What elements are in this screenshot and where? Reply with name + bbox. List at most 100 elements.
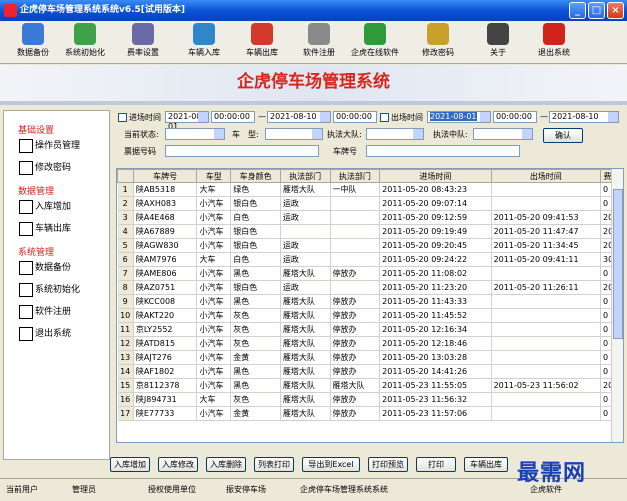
vertical-scrollbar[interactable] xyxy=(611,169,623,442)
table-row[interactable]: 8 陕AZ0751 小汽车 银白色 运政 2011-05-20 11:23:20 2011-… xyxy=(117,280,623,295)
table-cell: 运政 xyxy=(280,196,331,211)
toolbar-init-button[interactable]: 系统初始化 xyxy=(54,23,116,58)
in-from-time[interactable]: 00:00:00 xyxy=(211,111,255,123)
action-button[interactable]: 打印 xyxy=(416,457,456,472)
car-type-select[interactable] xyxy=(265,128,323,140)
plate-input[interactable] xyxy=(366,145,520,157)
sidebar-item-label: 软件注册 xyxy=(35,307,72,317)
table-cell: 2011-05-20 09:19:49 xyxy=(379,224,492,239)
toolbar-label: 软件注册 xyxy=(303,48,335,57)
unit-select[interactable] xyxy=(366,128,424,140)
table-row[interactable]: 16 陕J894731 大车 灰色 雁塔大队 停放办 2011-05-23 11:56:32… xyxy=(117,392,623,407)
table-cell xyxy=(491,336,602,351)
out-to-date[interactable]: 2021-08-10 xyxy=(549,111,619,123)
sidebar-item[interactable]: 操作员管理 xyxy=(19,138,80,153)
in-to-time[interactable]: 00:00:00 xyxy=(333,111,377,123)
table-row[interactable]: 3 陕A4E468 小汽车 白色 运政 2011-05-20 09:12:59 2011-0… xyxy=(117,210,623,225)
action-button[interactable]: 车辆出库 xyxy=(464,457,508,472)
table-row[interactable]: 9 陕KCC008 小汽车 黑色 雁塔大队 停放办 2011-05-20 11:43:33 0 xyxy=(117,294,623,309)
chevron-down-icon xyxy=(312,129,322,139)
exit-icon xyxy=(543,23,565,45)
sidebar-item[interactable]: 数据备份 xyxy=(19,260,71,275)
banner-title: 企虎停车场管理系统 xyxy=(237,72,390,92)
action-button[interactable]: 入库修改 xyxy=(158,457,198,472)
sidebar-item[interactable]: 退出系统 xyxy=(19,326,71,341)
window-title: 企虎停车场管理系统系统v6.5[试用版本] xyxy=(20,5,186,15)
sidebar-item[interactable]: 修改密码 xyxy=(19,160,71,175)
close-button[interactable]: × xyxy=(607,2,624,19)
action-button[interactable]: 打印预览 xyxy=(368,457,408,472)
table-cell: 银白色 xyxy=(230,196,281,211)
sidebar-item[interactable]: 软件注册 xyxy=(19,304,71,319)
maximize-button[interactable]: □ xyxy=(588,2,605,19)
table-cell: 小汽车 xyxy=(196,406,232,421)
table-row[interactable]: 5 陕AGW830 小汽车 银白色 运政 2011-05-20 09:20:45 2011-… xyxy=(117,238,623,253)
status-select[interactable] xyxy=(165,128,225,140)
column-header[interactable]: 车型 xyxy=(196,169,232,183)
filter-panel: 进场时间 2021-08-01 00:00:00 — 2021-08-10 00… xyxy=(115,110,624,165)
in-time-checkbox[interactable] xyxy=(118,113,127,122)
column-header[interactable]: 进场时间 xyxy=(379,169,492,183)
toolbar-about-button[interactable]: 关于 xyxy=(467,23,529,58)
data-grid[interactable]: 车牌号车型车身颜色执法部门执法部门进场时间出场时间费率 1陕AB5318大车绿色… xyxy=(116,168,624,443)
action-button[interactable]: 入库增加 xyxy=(110,457,150,472)
toolbar-password-button[interactable]: 修改密码 xyxy=(407,23,469,58)
table-cell: 2011-05-20 11:26:11 xyxy=(491,280,602,295)
column-header[interactable]: 执法部门 xyxy=(279,169,331,183)
toolbar-rate-button[interactable]: 费率设置 xyxy=(112,23,174,58)
toolbar-online-button[interactable]: 企虎在线软件 xyxy=(344,23,406,58)
column-header[interactable]: 车身颜色 xyxy=(230,169,281,183)
sidebar: 基础设置 操作员管理 修改密码 数据管理 入库增加 车辆出库 系统管理 数据备份 系统初始化 软件… xyxy=(3,110,110,460)
table-row[interactable]: 15 京8112378 小汽车 黑色 雁塔大队 雁塔大队 2011-05-23 11:55:… xyxy=(117,378,623,393)
toolbar-car-in-button[interactable]: 车辆入库 xyxy=(173,23,235,58)
register-icon xyxy=(308,23,330,45)
in-from-date[interactable]: 2021-08-01 xyxy=(165,111,209,131)
table-row[interactable]: 1 陕AB5318 大车 绿色 雁塔大队 一中队 2011-05-20 08:43:23 0 xyxy=(117,182,623,197)
ticket-input[interactable] xyxy=(165,145,319,157)
table-cell: 银白色 xyxy=(230,280,281,295)
toolbar-label: 数据备份 xyxy=(17,48,49,57)
table-row[interactable]: 10 陕AKT220 小汽车 灰色 雁塔大队 停放办 2011-05-20 11:45:52… xyxy=(117,308,623,323)
confirm-button[interactable]: 确认 xyxy=(543,128,583,143)
table-row[interactable]: 6 陕AM7976 大车 白色 运政 2011-05-20 09:24:22 2011-05… xyxy=(117,252,623,267)
table-row[interactable]: 4 陕A67889 小汽车 银白色 2011-05-20 09:19:49 2011-05… xyxy=(117,224,623,239)
table-cell: 运政 xyxy=(280,252,331,267)
toolbar-register-button[interactable]: 软件注册 xyxy=(288,23,350,58)
table-cell: 雁塔大队 xyxy=(280,322,331,337)
in-to-date[interactable]: 2021-08-10 xyxy=(267,111,331,123)
toolbar-car-out-button[interactable]: 车辆出库 xyxy=(231,23,293,58)
action-button[interactable]: 列表打印 xyxy=(254,457,294,472)
table-row[interactable]: 17 陕E77733 小汽车 金黄 雁塔大队 停放办 2011-05-23 11:57:06… xyxy=(117,406,623,421)
toolbar-exit-button[interactable]: 退出系统 xyxy=(523,23,585,58)
title-bar[interactable]: 企虎停车场管理系统系统v6.5[试用版本] _ □ × xyxy=(0,0,627,21)
dept-select[interactable] xyxy=(473,128,533,140)
table-cell xyxy=(280,224,331,239)
table-row[interactable]: 7 陕AME806 小汽车 黑色 雁塔大队 停放办 2011-05-20 11:08:02 0 xyxy=(117,266,623,281)
table-cell: 雁塔大队 xyxy=(280,392,331,407)
table-row[interactable]: 11 京LY2552 小汽车 灰色 雁塔大队 停放办 2011-05-20 12:16:34… xyxy=(117,322,623,337)
table-cell: 京8112378 xyxy=(133,378,198,393)
column-header[interactable] xyxy=(117,169,134,183)
column-header[interactable]: 车牌号 xyxy=(132,169,198,183)
toolbar-label: 关于 xyxy=(490,48,506,57)
action-button[interactable]: 导出到Excel xyxy=(302,457,360,472)
out-from-date[interactable]: 2021-08-01 xyxy=(427,111,491,123)
sidebar-item[interactable]: 系统初始化 xyxy=(19,282,80,297)
table-row[interactable]: 13 陕AJT276 小汽车 金黄 雁塔大队 停放办 2011-05-20 13:03:28… xyxy=(117,350,623,365)
out-from-time[interactable]: 00:00:00 xyxy=(493,111,537,123)
out-time-checkbox[interactable] xyxy=(380,113,389,122)
column-header[interactable]: 出场时间 xyxy=(490,169,602,183)
sidebar-item[interactable]: 入库增加 xyxy=(19,199,71,214)
table-row[interactable]: 12 陕ATD815 小汽车 灰色 雁塔大队 停放办 2011-05-20 12:18:46… xyxy=(117,336,623,351)
table-row[interactable]: 14 陕AF1802 小汽车 黑色 雁塔大队 停放办 2011-05-20 14:41:26… xyxy=(117,364,623,379)
table-cell: 小汽车 xyxy=(196,322,232,337)
table-cell: 黑色 xyxy=(230,266,281,281)
table-row[interactable]: 2 陕AXH083 小汽车 银白色 运政 2011-05-20 09:07:14 0 xyxy=(117,196,623,211)
table-cell: 灰色 xyxy=(230,392,281,407)
column-header[interactable]: 执法部门 xyxy=(329,169,381,183)
chevron-down-icon xyxy=(522,129,532,139)
action-button[interactable]: 入库删除 xyxy=(206,457,246,472)
sidebar-item[interactable]: 车辆出库 xyxy=(19,221,71,236)
minimize-button[interactable]: _ xyxy=(569,2,586,19)
scroll-thumb[interactable] xyxy=(613,189,623,339)
